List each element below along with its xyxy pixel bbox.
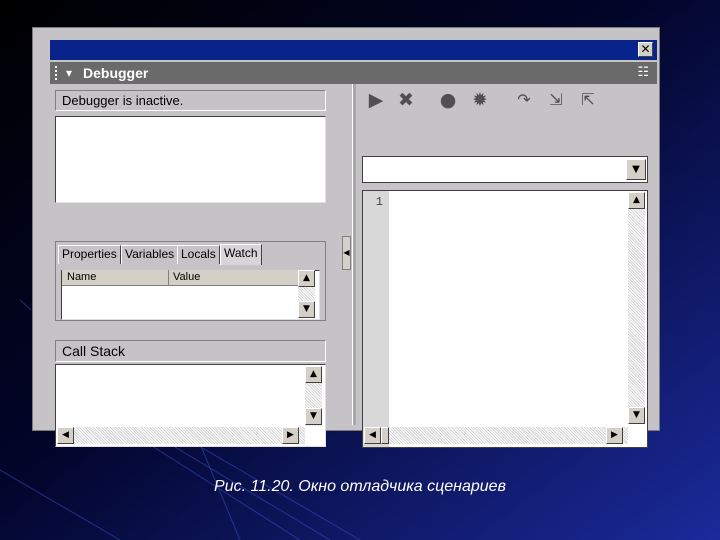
debugger-window: ✕ ▾ Debugger ☷ Debugger is inactive. Pro… [32,27,660,448]
scroll-down-button[interactable]: ▼ [305,408,322,425]
drag-grip-icon[interactable] [54,65,58,81]
column-value[interactable]: Value [173,271,200,283]
tab-variables[interactable]: Variables [121,245,179,264]
call-stack-hscroll[interactable] [57,427,305,444]
chevron-down-icon[interactable]: ▼ [626,159,646,180]
step-out-icon[interactable]: ⇱ [576,88,600,112]
watch-list-header: Name Value [62,270,298,286]
close-button[interactable]: ✕ [638,42,653,57]
tab-locals[interactable]: Locals [177,245,220,264]
scroll-left-button[interactable]: ◀ [57,427,74,444]
toggle-breakpoint-icon[interactable]: ● [436,88,460,112]
code-hscroll[interactable] [364,427,628,444]
scroll-thumb[interactable] [381,427,389,444]
scroll-right-button[interactable]: ▶ [606,427,623,444]
status-text: Debugger is inactive. [55,90,326,111]
figure-caption: Рис. 11.20. Окно отладчика сценариев [0,478,720,496]
line-gutter: 1 [363,191,389,447]
code-vscroll[interactable] [628,192,645,424]
collapse-arrow-icon[interactable]: ▾ [66,66,72,80]
scroll-up-button[interactable]: ▲ [305,366,322,383]
debug-toolbar: ▶ ✖ ● ✹ ↷ ⇲ ⇱ [364,88,654,114]
panel-options-icon[interactable]: ☷ [637,65,649,80]
pane-collapse-handle[interactable]: ◀ [342,236,351,270]
scroll-left-button[interactable]: ◀ [364,427,381,444]
caption-text: Окно отладчика сценариев [298,478,506,495]
call-stack-title: Call Stack [55,340,326,362]
stop-debugging-icon[interactable]: ✖ [394,88,418,112]
object-list[interactable] [55,116,326,203]
left-pane: Debugger is inactive. Properties Variabl… [50,84,352,447]
right-pane: ▶ ✖ ● ✹ ↷ ⇲ ⇱ ▼ 1 ▲ ▼ ◀ ▶ [356,84,657,448]
column-name[interactable]: Name [67,271,96,283]
tab-watch[interactable]: Watch [220,244,262,265]
inspector-tabs: Properties Variables Locals Watch Name V… [55,241,326,321]
panel-title: Debugger [83,65,149,81]
caption-prefix: Рис. 11.20. [214,478,294,495]
scroll-down-button[interactable]: ▼ [628,407,645,424]
line-number: 1 [375,195,383,209]
title-bar: ✕ [50,40,657,60]
scroll-up-button[interactable]: ▲ [298,270,315,287]
panel-header[interactable]: ▾ Debugger ☷ [50,62,657,84]
scroll-up-button[interactable]: ▲ [628,192,645,209]
code-view[interactable]: 1 [362,190,648,448]
scroll-right-button[interactable]: ▶ [282,427,299,444]
scroll-down-button[interactable]: ▼ [298,301,315,318]
continue-icon[interactable]: ▶ [364,88,388,112]
tab-properties[interactable]: Properties [58,245,121,264]
step-over-icon[interactable]: ↷ [512,88,536,112]
remove-breakpoints-icon[interactable]: ✹ [468,88,492,112]
step-in-icon[interactable]: ⇲ [544,88,568,112]
script-select[interactable]: ▼ [362,156,648,183]
